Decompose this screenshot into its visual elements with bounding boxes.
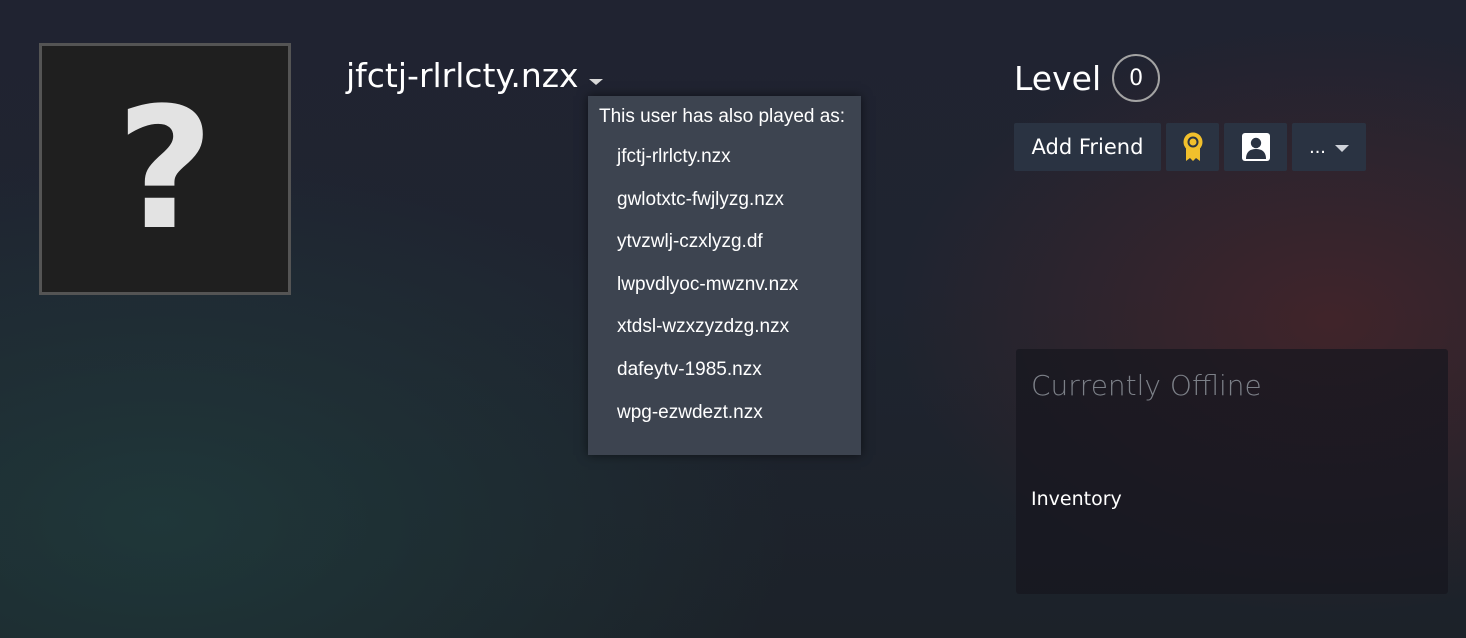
alias-item: dafeytv-1985.nzx [617, 358, 762, 380]
add-friend-button[interactable]: Add Friend [1014, 123, 1161, 171]
award-ribbon-icon [1183, 132, 1202, 161]
level-badge: 0 [1112, 54, 1161, 102]
chevron-down-icon [1334, 144, 1349, 152]
user-profile-icon [1241, 133, 1270, 161]
aliases-list: jfctj-rlrlcty.nzx gwlotxtc-fwjlyzg.nzx y… [588, 147, 861, 445]
status-panel: Currently Offline Inventory [1016, 349, 1448, 594]
alias-item: gwlotxtc-fwjlyzg.nzx [617, 188, 784, 210]
alias-item: jfctj-rlrlcty.nzx [617, 146, 731, 167]
alias-item: ytvzwlj-czxlyzg.df [617, 231, 763, 253]
profile-actions: Add Friend ... [1014, 123, 1366, 171]
level-label: Level [1014, 58, 1102, 98]
more-actions-button[interactable]: ... [1292, 123, 1366, 171]
alias-item: lwpvdlyoc-mwznv.nzx [617, 273, 799, 295]
persona-name-dropdown[interactable]: jfctj-rlrlcty.nzx [346, 54, 603, 96]
profile-avatar: ? [39, 43, 291, 295]
inventory-link[interactable]: Inventory [1031, 488, 1122, 510]
alias-item: wpg-ezwdezt.nzx [617, 401, 763, 423]
question-mark-icon: ? [116, 71, 214, 267]
persona-name: jfctj-rlrlcty.nzx [346, 55, 579, 95]
alias-item: xtdsl-wzxzyzdzg.nzx [617, 316, 790, 338]
more-label: ... [1309, 135, 1326, 158]
aliases-popup: This user has also played as: jfctj-rlrl… [588, 96, 861, 455]
profile-view-button[interactable] [1224, 123, 1287, 171]
aliases-title: This user has also played as: [599, 106, 846, 127]
profile-level: Level 0 [1014, 54, 1161, 102]
caret-down-icon [588, 79, 603, 85]
badges-button[interactable] [1166, 123, 1219, 171]
online-status: Currently Offline [1031, 369, 1262, 402]
